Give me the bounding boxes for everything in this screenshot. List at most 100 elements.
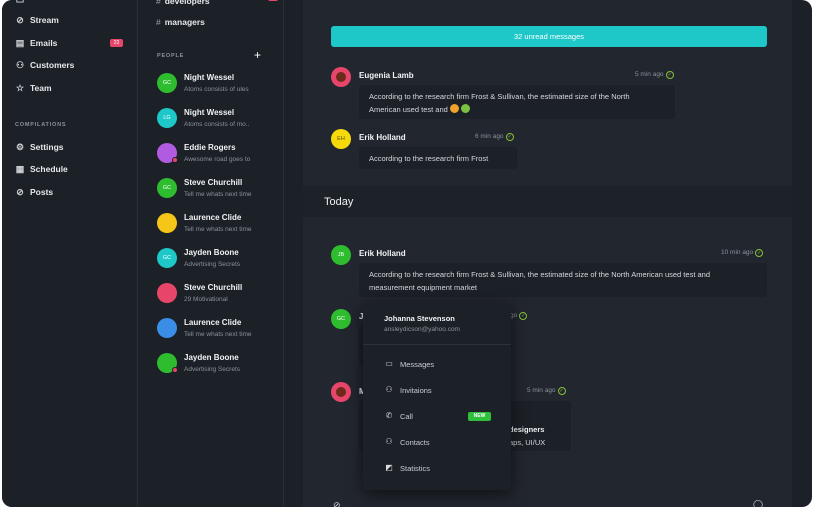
nav-item-label: Customers [30,60,75,70]
message-bubble: According to the research firm Frost & S… [359,85,675,119]
contact-name: Eddie Rogers [184,143,236,152]
message-time: go ✓ [510,312,528,320]
contact-preview: Advertising Secrets [184,366,240,373]
message-time: 6 min ago ✓ [475,133,514,141]
contact-preview: Atoms consists of mo.. [184,121,250,128]
phone-icon: ✆ [385,411,393,420]
popup-user-name: Johanna Stevenson [384,314,455,323]
add-person-button[interactable]: + [254,49,261,61]
avatar[interactable] [157,318,177,338]
emoji-icon [460,104,470,113]
contact-item[interactable]: GC Night Wessel Atoms consists of ules [157,71,277,97]
contact-preview: Tell me whats next time [184,191,252,198]
stream-icon: ⊘ [16,15,24,25]
message-bubble: According to the research firm Frost & S… [359,263,767,297]
nav-item-label: Posts [30,187,54,197]
date-divider: Today [303,186,792,217]
avatar[interactable]: GC [157,248,177,268]
folder-icon: ▭ [15,0,25,5]
nav-item-emails[interactable]: ▤ Emails [15,34,58,52]
avatar[interactable] [331,67,351,87]
contact-preview: 29 Motivational [184,296,228,303]
emoji-picker-icon[interactable]: ◯ [753,499,763,507]
avatar[interactable]: EH [331,129,351,149]
people-section-title: PEOPLE [157,53,185,59]
mail-icon: ▤ [15,38,25,48]
attach-icon[interactable]: ⊘ [333,500,341,507]
message-time: 5 min ago ✓ [635,71,674,79]
menu-item-contacts[interactable]: ⚇ Contacts [384,435,499,449]
app-window: ▭ ⊘ Stream ▤ Emails 23 ⚇ Customers ☆ Tea… [2,0,812,507]
contact-item[interactable]: Laurence Clide Tell me whats next time [157,211,277,237]
avatar[interactable]: LG [157,108,177,128]
contact-name: Jayden Boone [184,248,239,257]
message-time: 10 min ago ✓ [721,249,764,257]
message-icon: ▭ [385,359,393,368]
read-check-icon: ✓ [519,312,528,320]
unread-messages-banner[interactable]: 32 unread messages [331,26,767,47]
menu-item-statistics[interactable]: ◩ Statistics [384,461,499,475]
message-author[interactable]: Erik Holland [359,249,406,258]
nav-item-team[interactable]: ☆ Team [15,79,52,97]
status-dot [172,367,178,373]
nav-item-label: Settings [30,142,64,152]
popup-user-email: ansleydicson@yahoo.com [384,326,460,333]
avatar[interactable]: GC [331,309,351,329]
emoji-icon [449,104,459,113]
users-icon: ⚇ [15,60,25,70]
avatar[interactable] [157,353,178,373]
message-author[interactable]: Eugenia Lamb [359,71,414,80]
nav-item-label: Emails [30,38,58,48]
contact-name: Jayden Boone [184,353,239,362]
nav-item-customers[interactable]: ⚇ Customers [15,56,74,74]
calendar-icon: ▦ [15,164,25,174]
contact-item[interactable]: GC Steve Churchill Tell me whats next time [157,176,277,202]
message-time: 5 min ago ✓ [527,387,566,395]
contact-item[interactable]: LG Night Wessel Atoms consists of mo.. [157,106,277,132]
menu-item-messages[interactable]: ▭ Messages [384,357,499,371]
read-check-icon: ✓ [755,249,764,257]
chart-icon: ◩ [385,463,393,472]
contact-item[interactable]: Eddie Rogers Awesome road goes to [157,141,277,167]
read-check-icon: ✓ [505,133,514,141]
contact-item[interactable]: Jayden Boone Advertising Secrets [157,351,277,377]
avatar[interactable] [331,382,351,402]
avatar[interactable]: GC [157,178,177,198]
nav-item-settings[interactable]: ⚙ Settings [15,138,64,156]
read-check-icon: ✓ [665,71,674,79]
contact-item[interactable]: Steve Churchill 29 Motivational [157,281,277,307]
channel-managers[interactable]: # managers [156,17,205,27]
avatar[interactable] [157,143,178,163]
nav-item-partial[interactable]: ▭ [15,0,30,9]
new-badge: NEW [468,412,491,421]
contact-name: Steve Churchill [184,178,243,187]
nav-item-label: Team [30,83,52,93]
status-dot [172,157,178,163]
message-bubble: According to the research firm Frost [359,147,517,169]
contacts-panel: #developers 12 #managers PEOPLE + GC Nigh… [139,0,284,507]
bear-face-icon [336,387,346,397]
menu-item-invitations[interactable]: ⚇ Invitaions [384,383,499,397]
avatar[interactable] [157,213,177,233]
avatar[interactable]: JB [331,245,351,265]
channel-developers[interactable]: #developers 12 [156,0,278,6]
contact-name: Steve Churchill [184,283,243,292]
nav-item-posts[interactable]: ⊘ Posts [15,183,53,201]
avatar[interactable] [157,283,177,303]
nav-item-label: Stream [30,15,59,25]
user-context-menu: Johanna Stevenson ansleydicson@yahoo.com… [363,302,511,490]
contacts-icon: ⚇ [385,437,393,446]
nav-item-schedule[interactable]: ▦ Schedule [15,160,68,178]
contact-preview: Atoms consists of ules [184,86,249,93]
contact-name: Night Wessel [184,73,235,82]
contact-item[interactable]: GC Jayden Boone Advertising Secrets [157,246,277,272]
menu-item-call[interactable]: ✆ Call NEW [384,409,499,423]
message-author[interactable]: Erik Holland [359,133,406,142]
channel-badge: 12 [268,0,278,1]
contact-item[interactable]: Laurence Clide Tell me whats next time [157,316,277,342]
link-icon: ⊘ [16,187,24,197]
contact-name: Night Wessel [184,108,235,117]
divider [363,344,511,345]
nav-item-stream[interactable]: ⊘ Stream [15,11,59,29]
avatar[interactable]: GC [157,73,177,93]
